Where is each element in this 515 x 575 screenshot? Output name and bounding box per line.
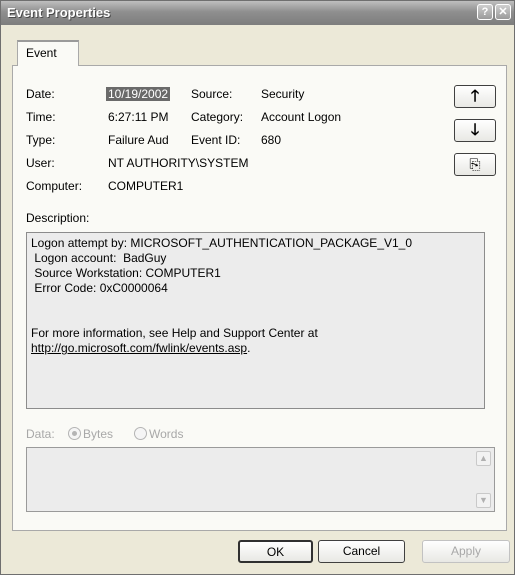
- source-value: Security: [261, 87, 305, 101]
- time-value: 6:27:11 PM: [108, 110, 169, 124]
- previous-event-button[interactable]: 🡑: [454, 85, 496, 108]
- data-label: Data:: [26, 427, 55, 441]
- copy-button[interactable]: ⎘: [454, 153, 496, 176]
- date-value[interactable]: 10/19/2002: [106, 87, 171, 101]
- description-line: Source Workstation: COMPUTER1: [31, 266, 221, 280]
- user-value: NT AUTHORITY\SYSTEM: [108, 156, 249, 170]
- source-label: Source:: [191, 87, 233, 101]
- description-line: Logon account: BadGuy: [31, 251, 167, 265]
- link-suffix: .: [247, 341, 251, 355]
- bytes-radio[interactable]: Bytes: [68, 427, 113, 441]
- help-link[interactable]: http://go.microsoft.com/fwlink/events.as…: [31, 341, 247, 355]
- help-link-row: http://go.microsoft.com/fwlink/events.as…: [31, 341, 480, 356]
- bytes-radio-circle: [68, 427, 81, 440]
- date-label: Date:: [26, 87, 55, 101]
- event-id-label: Event ID:: [191, 133, 241, 147]
- type-value: Failure Aud: [108, 133, 169, 147]
- tab-event-label: Event: [26, 46, 57, 60]
- time-label: Time:: [26, 110, 56, 124]
- copy-icon: ⎘: [469, 156, 481, 172]
- words-radio-circle: [134, 427, 147, 440]
- help-text: For more information, see Help and Suppo…: [31, 326, 318, 340]
- next-event-button[interactable]: 🡓: [454, 119, 496, 142]
- description-line: Error Code: 0xC0000064: [31, 281, 168, 295]
- user-label: User:: [26, 156, 55, 170]
- description-label: Description:: [26, 211, 90, 225]
- scroll-up-icon[interactable]: ▲: [476, 451, 491, 466]
- close-icon[interactable]: ✕: [495, 4, 511, 20]
- computer-label: Computer:: [26, 179, 83, 193]
- scroll-down-icon[interactable]: ▼: [476, 493, 491, 508]
- category-value: Account Logon: [261, 110, 342, 124]
- title-bar[interactable]: Event Properties ? ✕: [1, 1, 514, 25]
- category-label: Category:: [191, 110, 244, 124]
- words-radio-label: Words: [149, 427, 184, 441]
- cancel-button[interactable]: Cancel: [318, 540, 405, 563]
- up-arrow-icon: 🡑: [470, 88, 480, 105]
- window-title: Event Properties: [7, 5, 111, 20]
- description-textbox[interactable]: Logon attempt by: MICROSOFT_AUTHENTICATI…: [26, 232, 485, 409]
- data-textbox[interactable]: ▲ ▼: [26, 447, 495, 512]
- event-properties-dialog: Event Properties ? ✕ Event Date: 10/19/2…: [0, 0, 515, 575]
- tab-event[interactable]: Event: [17, 40, 79, 66]
- description-line: Logon attempt by: MICROSOFT_AUTHENTICATI…: [31, 236, 413, 250]
- apply-button[interactable]: Apply: [422, 540, 510, 563]
- words-radio[interactable]: Words: [134, 427, 183, 441]
- computer-value: COMPUTER1: [108, 179, 184, 193]
- event-id-value: 680: [261, 133, 282, 147]
- type-label: Type:: [26, 133, 56, 147]
- ok-button[interactable]: OK: [238, 540, 313, 563]
- bytes-radio-label: Bytes: [83, 427, 114, 441]
- down-arrow-icon: 🡓: [470, 122, 480, 139]
- help-icon[interactable]: ?: [477, 4, 493, 20]
